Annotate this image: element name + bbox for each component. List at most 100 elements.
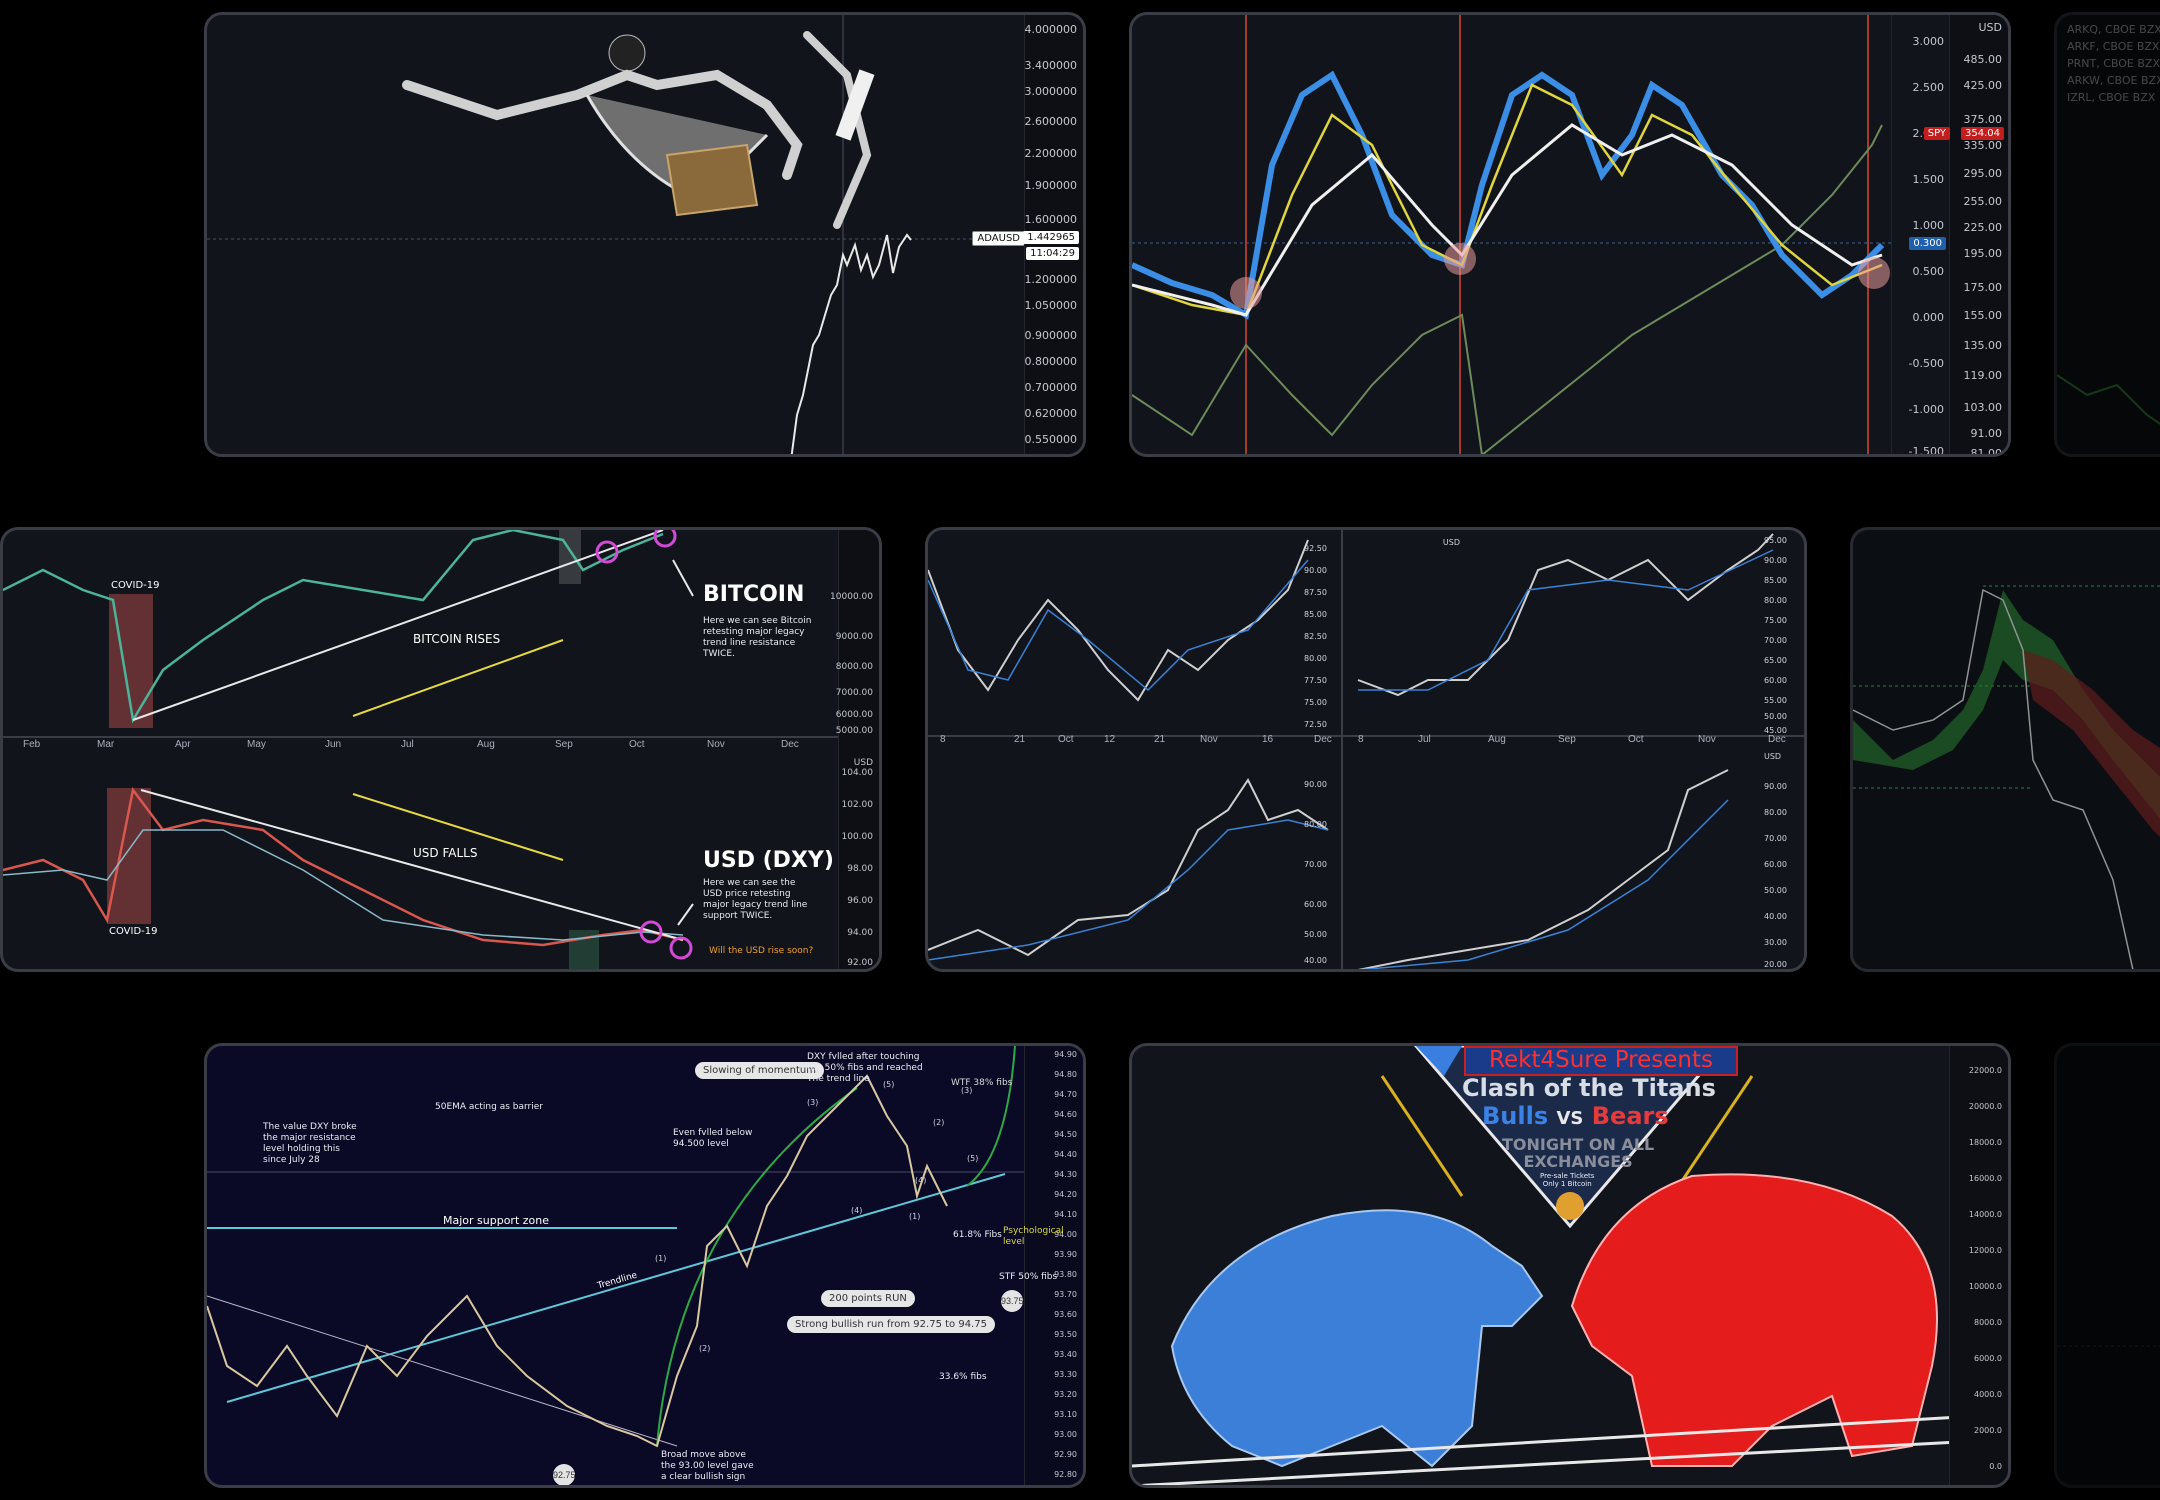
axis-tick: 3.400000: [1024, 59, 1078, 72]
projection-arc: [966, 1046, 1016, 1187]
pane-bl-axis[interactable]: 90.00 80.00 70.00 60.00 50.00 40.00: [1304, 750, 1342, 969]
axis-tick: 225.00: [1963, 221, 2003, 234]
chart-card-multi-layout[interactable]: 8 21 Oct 12 21 Nov 16 Dec 8 Jul Aug Sep …: [925, 527, 1807, 972]
vs-label: VS: [1556, 1108, 1584, 1129]
wave-label: (3): [807, 1098, 819, 1107]
axis-tick: 91.00: [1970, 427, 2003, 440]
bubble-high: 93.75: [1001, 1290, 1024, 1312]
dxy-wave-canvas: [207, 1046, 1031, 1448]
wave-label: (5): [883, 1080, 895, 1089]
wave-label: (5): [967, 1154, 979, 1163]
pane-tr-ma: [1358, 549, 1774, 691]
axis-tick: 1.500: [1912, 173, 1945, 186]
wave-label: (2): [933, 1118, 945, 1127]
poster-banner: Rekt4Sure Presents: [1464, 1046, 1738, 1076]
chart-card-spy-oscillator[interactable]: 3.000 2.500 2.000 1.500 1.000 0.500 0.00…: [1129, 12, 2011, 457]
cloud-chart-canvas: [1853, 585, 2160, 969]
axis-tick: 1.050000: [1024, 299, 1078, 312]
trendline: [226, 1173, 1006, 1403]
axis-tick: 4.000000: [1024, 23, 1078, 36]
axis-tick: 255.00: [1963, 195, 2003, 208]
axis-tick: 2.200000: [1024, 147, 1078, 160]
axis-tick: 1.600000: [1024, 213, 1078, 226]
axis-tick: 119.00: [1963, 369, 2003, 382]
btc-direction-arrow: [352, 639, 564, 717]
wave-label: (1): [655, 1254, 667, 1263]
axis-tick: -1.000: [1908, 403, 1944, 416]
axis-tick: 0.500: [1912, 265, 1945, 278]
usd-question: Will the USD rise soon?: [709, 946, 814, 956]
note-below-level: Even fvlled below 94.500 level: [673, 1128, 753, 1149]
retest-circle: [669, 936, 693, 960]
note-broad-move: Broad move above the 93.00 level gave a …: [661, 1450, 754, 1482]
note-psych-level: Psychological level: [1003, 1226, 1064, 1247]
wave-label: (4): [915, 1176, 927, 1185]
chart-card-btc-dxy[interactable]: Feb Mar Apr May Jun Jul Aug Sep Oct Nov …: [0, 527, 882, 972]
poster-tickets: Pre-sale Tickets Only 1 Bitcoin: [1540, 1172, 1595, 1188]
bubble-low: 92.75: [553, 1464, 576, 1485]
axis-tick: 195.00: [1963, 247, 2003, 260]
axis-tick: 3.000000: [1024, 85, 1078, 98]
pane-right-axis[interactable]: 95.00 90.00 85.00 80.00 75.00 70.00 65.0…: [1764, 530, 1794, 969]
chart-card-faded-bottom[interactable]: [2054, 1043, 2160, 1488]
price-axis[interactable]: USD 485.00 425.00 375.00 335.00 295.00 2…: [1949, 15, 2008, 454]
pane-tl-axis[interactable]: 92.50 90.00 87.50 85.00 82.50 80.00 77.5…: [1304, 530, 1342, 730]
btc-pointer: [672, 559, 694, 597]
note-50ema: 50EMA acting as barrier: [435, 1102, 543, 1112]
axis-tick: 1.900000: [1024, 179, 1078, 192]
axis-tick: 3.000: [1912, 35, 1945, 48]
axis-tick: 0.900000: [1024, 329, 1078, 342]
oscillator-value-tag: 0.300: [1909, 237, 1946, 250]
cross-marker: [1230, 277, 1262, 309]
axis-tick: 485.00: [1963, 53, 2003, 66]
axis-tick: 295.00: [1963, 167, 2003, 180]
pane-tr-series: [1357, 533, 1774, 697]
axis-tick: 0.550000: [1024, 433, 1078, 446]
price-axis[interactable]: 22000.0 20000.0 18000.0 16000.0 14000.0 …: [1949, 1046, 2008, 1485]
spy-price-tag: 354.04: [1961, 127, 2004, 140]
axis-tick: 2.500: [1912, 81, 1945, 94]
axis-tick: USD: [1978, 21, 2002, 34]
cross-marker: [1858, 257, 1890, 289]
chart-card-dxy-wave[interactable]: 94.90 94.80 94.70 94.60 94.50 94.40 94.3…: [204, 1043, 1086, 1488]
poster-tonight: TONIGHT ON ALL EXCHANGES: [1502, 1135, 1655, 1171]
bitcoin-icon: [1556, 1192, 1584, 1220]
axis-tick: 335.00: [1963, 139, 2003, 152]
chart-card-ada-skater[interactable]: ADAUSD 4.000000 3.400000 3.000000 2.6000…: [204, 12, 1086, 457]
axis-tick: -1.500: [1908, 445, 1944, 457]
price-axis[interactable]: 10000.00 9000.00 8000.00 7000.00 6000.00…: [830, 530, 879, 969]
axis-tick: 0.800000: [1024, 355, 1078, 368]
faded-chart-canvas: [2057, 1345, 2160, 1347]
spy-symbol-tag: SPY: [1923, 127, 1950, 140]
pane-br-series: [1357, 769, 1729, 969]
axis-tick: 425.00: [1963, 79, 2003, 92]
wave-label: (2): [699, 1344, 711, 1353]
bulls-label: Bulls: [1482, 1102, 1549, 1130]
btc-trendline: [132, 530, 664, 721]
chart-card-watchlist-faded[interactable]: ARKQ, CBOE BZX ARKF, CBOE BZX PRNT, CBOE…: [2054, 12, 2160, 457]
price-axis[interactable]: 4.000000 3.400000 3.000000 2.600000 2.20…: [1023, 15, 1083, 454]
skater-illustration: [402, 31, 875, 229]
oscillator-axis[interactable]: 3.000 2.500 2.000 1.500 1.000 0.500 0.00…: [1891, 15, 1950, 454]
axis-tick: 103.00: [1963, 401, 2003, 414]
chart-card-cloud-faded[interactable]: [1850, 527, 2160, 972]
axis-tick: 1.200000: [1024, 273, 1078, 286]
bitcoin-description: Here we can see Bitcoin retesting major …: [703, 616, 812, 659]
chart-card-bulls-bears[interactable]: Rekt4Sure Presents Clash of the Titans B…: [1129, 1043, 2011, 1488]
axis-tick: 135.00: [1963, 339, 2003, 352]
multi-layout-canvas: [928, 530, 1804, 969]
axis-tick: 0.700000: [1024, 381, 1078, 394]
wave-label: (3): [961, 1086, 973, 1095]
time-axis-right: 8 Jul Aug Sep Oct Nov Dec: [1358, 734, 1786, 745]
note-support-zone: Major support zone: [443, 1214, 550, 1227]
axis-tick: 0.000: [1912, 311, 1945, 324]
price-axis[interactable]: 94.90 94.80 94.70 94.60 94.50 94.40 94.3…: [1024, 1046, 1083, 1485]
axis-tick: 81.00: [1970, 447, 2003, 457]
resistance-line: [207, 1295, 678, 1447]
usd-title: USD (DXY): [703, 848, 834, 873]
axis-tick: 375.00: [1963, 113, 2003, 126]
pane-bl-series: [928, 778, 1329, 957]
note-dxy-fibs: DXY fvlled after touching the 50% fibs a…: [807, 1052, 923, 1084]
bitcoin-rises-label: BITCOIN RISES: [413, 632, 501, 646]
usd-description: Here we can see the USD price retesting …: [703, 878, 808, 921]
